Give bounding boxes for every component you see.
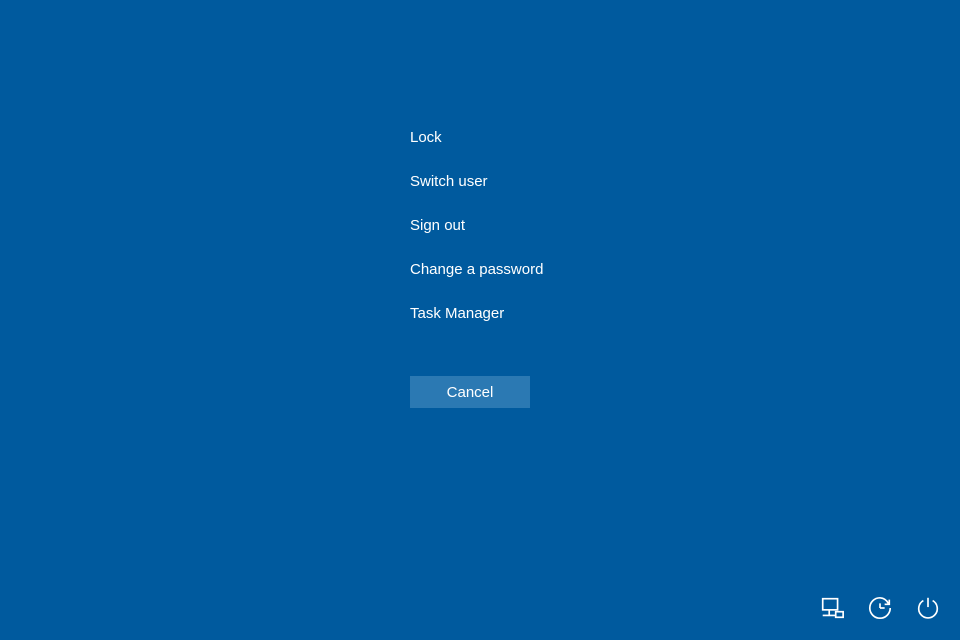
menu-item-change-password[interactable]: Change a password [410,259,543,281]
menu-item-sign-out[interactable]: Sign out [410,215,543,237]
bottom-icons-bar [818,594,942,622]
menu-item-task-manager[interactable]: Task Manager [410,303,543,325]
cancel-button[interactable]: Cancel [410,376,530,408]
network-icon[interactable] [818,594,846,622]
menu-item-lock[interactable]: Lock [410,127,543,149]
security-options-menu: Lock Switch user Sign out Change a passw… [410,127,543,347]
menu-item-switch-user[interactable]: Switch user [410,171,543,193]
power-icon[interactable] [914,594,942,622]
ease-of-access-icon[interactable] [866,594,894,622]
